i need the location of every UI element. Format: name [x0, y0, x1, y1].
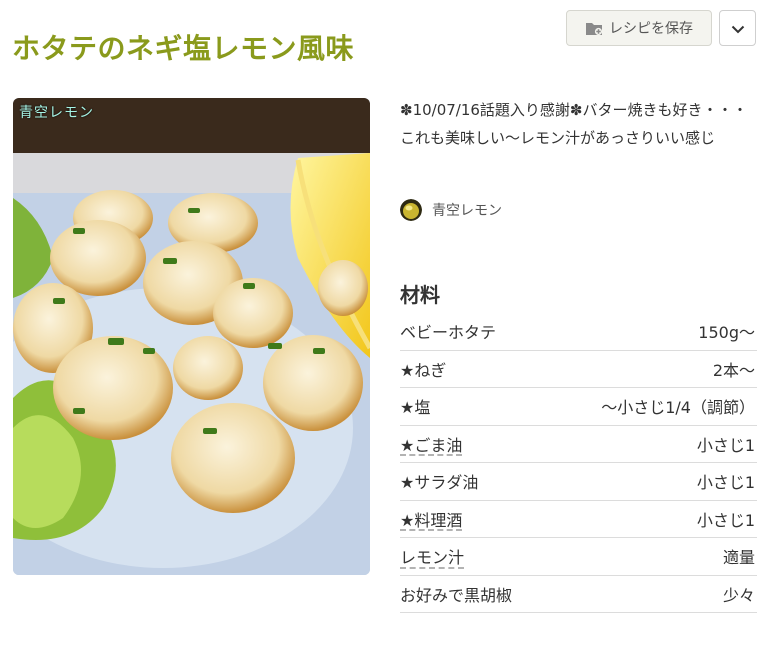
ingredient-name: ★塩 — [400, 398, 431, 418]
ingredient-quantity: 小さじ1 — [696, 510, 755, 530]
ingredient-quantity: 150g～ — [698, 323, 755, 343]
ingredient-link[interactable]: ★料理酒 — [400, 507, 462, 531]
ingredient-name: ベビーホタテ — [400, 323, 497, 343]
ingredients-list: ベビーホタテ 150g～ ★ねぎ 2本～ ★塩 ～小さじ1/4（調節） ★ごま油… — [400, 313, 757, 613]
recipe-description: ✽10/07/16話題入り感謝✽バター焼きも好き・・・これも美味しい～レモン汁が… — [400, 101, 748, 147]
ingredient-row: ★ねぎ 2本～ — [400, 351, 757, 388]
ingredient-link[interactable]: ★ごま油 — [400, 432, 462, 456]
save-recipe-label: レシピを保存 — [609, 21, 693, 37]
ingredient-name: お好みで黒胡椒 — [400, 585, 513, 605]
ingredient-quantity: ～小さじ1/4（調節） — [601, 398, 755, 418]
author-link[interactable]: 青空レモン — [400, 199, 502, 221]
author-name: 青空レモン — [432, 203, 502, 219]
recipe-photo: 青空レモン — [13, 98, 370, 575]
folder-plus-icon — [585, 20, 603, 36]
save-recipe-button[interactable]: レシピを保存 — [566, 10, 712, 46]
ingredient-row: ★サラダ油 小さじ1 — [400, 463, 757, 501]
ingredient-row: お好みで黒胡椒 少々 — [400, 576, 757, 613]
ingredient-quantity: 2本～ — [712, 360, 755, 380]
ingredient-row: ★ごま油 小さじ1 — [400, 426, 757, 463]
ingredient-quantity: 適量 — [722, 548, 755, 568]
more-options-button[interactable] — [719, 10, 756, 46]
ingredient-row: ★塩 ～小さじ1/4（調節） — [400, 388, 757, 426]
ingredient-row: ★料理酒 小さじ1 — [400, 501, 757, 538]
chevron-down-icon — [731, 19, 745, 38]
ingredient-row: ベビーホタテ 150g～ — [400, 313, 757, 351]
ingredient-row: レモン汁 適量 — [400, 538, 757, 576]
ingredient-quantity: 少々 — [722, 585, 755, 605]
ingredient-quantity: 小さじ1 — [696, 473, 755, 493]
ingredient-name: ★ねぎ — [400, 360, 447, 380]
ingredients-heading: 材料 — [400, 282, 440, 307]
recipe-title: ホタテのネギ塩レモン風味 — [12, 31, 355, 65]
ingredient-quantity: 小さじ1 — [696, 435, 755, 455]
photo-watermark: 青空レモン — [19, 105, 94, 121]
author-avatar — [400, 199, 422, 221]
ingredient-name: ★サラダ油 — [400, 473, 479, 493]
ingredient-link[interactable]: レモン汁 — [400, 544, 464, 568]
